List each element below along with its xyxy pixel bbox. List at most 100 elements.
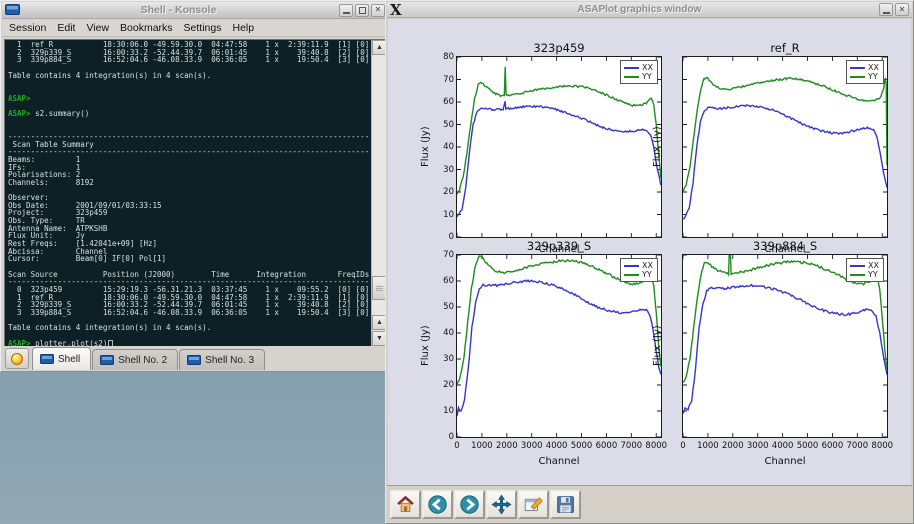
y-tick-label: 70 — [433, 75, 454, 85]
zoom-rect-button[interactable] — [518, 490, 549, 519]
new-session-icon — [11, 353, 23, 365]
terminal-line: Channels: 8192 — [8, 179, 371, 187]
konsole-menubar: Session Edit View Bookmarks Settings Hel… — [2, 20, 388, 37]
maximize-button[interactable] — [355, 4, 369, 17]
terminal-line: Table contains 4 integration(s) in 4 sca… — [8, 72, 371, 80]
menu-bookmarks[interactable]: Bookmarks — [120, 22, 173, 34]
menu-settings[interactable]: Settings — [184, 22, 222, 34]
subplot-329p339-S[interactable]: 329p339_S Flux (Jy) Channel XX YY 010203… — [456, 254, 662, 438]
desktop: { "terminal": { "window_title": "Shell -… — [0, 0, 914, 524]
close-icon: ✕ — [375, 6, 382, 14]
maximize-icon — [359, 7, 366, 14]
tab-shell-3-label: Shell No. 3 — [205, 355, 254, 366]
legend: XX YY — [846, 60, 884, 84]
save-icon — [555, 494, 576, 515]
figure-canvas[interactable]: 323p459 Flux (Jy) Channel XX YY 01020304… — [388, 19, 911, 487]
series-xx — [457, 280, 661, 416]
legend-line-yy — [624, 274, 639, 276]
konsole-window: Shell - Konsole ✕ Session Edit View Book… — [0, 0, 390, 372]
legend-label-yy: YY — [868, 270, 878, 279]
tab-shell-2[interactable]: Shell No. 2 — [92, 349, 178, 370]
plot-curves — [457, 57, 661, 237]
pan-button[interactable] — [486, 490, 517, 519]
axis-ticks — [457, 57, 661, 237]
x-tick-label: 8000 — [866, 441, 898, 451]
plot-toolbar — [387, 485, 912, 522]
menu-edit[interactable]: Edit — [57, 22, 75, 34]
save-button[interactable] — [550, 490, 581, 519]
y-tick-label: 30 — [433, 354, 454, 364]
plot-title: 339p884_S — [673, 239, 897, 253]
zoom-rect-icon — [523, 494, 544, 515]
legend-label-xx: XX — [868, 261, 879, 270]
legend-line-xx — [850, 67, 865, 69]
back-button[interactable] — [422, 490, 453, 519]
minimize-button[interactable] — [339, 4, 353, 17]
close-button[interactable]: ✕ — [371, 4, 385, 17]
new-session-button[interactable] — [5, 348, 29, 369]
asaplot-minimize-button[interactable] — [879, 3, 893, 16]
menu-help[interactable]: Help — [233, 22, 255, 34]
minimize-icon — [883, 12, 890, 14]
y-axis-label: Flux (Jy) — [651, 57, 664, 237]
tab-bar: Shell Shell No. 2 Shell No. 3 — [2, 346, 388, 370]
legend-line-xx — [624, 67, 639, 69]
close-icon: ✕ — [899, 6, 906, 14]
home-icon — [395, 494, 416, 515]
shell-tab-icon — [100, 355, 114, 365]
asaplot-close-button[interactable]: ✕ — [895, 3, 909, 16]
minimize-icon — [343, 12, 350, 14]
terminal-output[interactable]: 1 ref_R 18:30:06.0 -49.59.30.0 04:47:58 … — [5, 40, 371, 346]
terminal-line: 3 339p884_S 16:52:04.6 -46.08.33.9 06:36… — [8, 56, 371, 64]
asaplot-window: X ASAPlot graphics window ✕ 323p459 Flux… — [385, 0, 914, 524]
pan-icon — [491, 494, 512, 515]
terminal-line: ASAP> — [8, 95, 371, 103]
plot-title: ref_R — [673, 41, 897, 55]
y-tick-label: 60 — [433, 276, 454, 286]
y-tick-label: 40 — [433, 328, 454, 338]
legend-line-yy — [850, 76, 865, 78]
forward-button[interactable] — [454, 490, 485, 519]
subplot-323p459[interactable]: 323p459 Flux (Jy) Channel XX YY 01020304… — [456, 56, 662, 238]
terminal-area: 1 ref_R 18:30:06.0 -49.59.30.0 04:47:58 … — [4, 39, 388, 347]
shell-tab-icon — [40, 354, 54, 364]
forward-icon — [459, 494, 480, 515]
terminal-line — [8, 87, 371, 95]
series-xx — [457, 101, 661, 217]
tab-shell-2-label: Shell No. 2 — [118, 355, 167, 366]
subplot-339p884-S[interactable]: 339p884_S Flux (Jy) Channel XX YY 010002… — [682, 254, 888, 438]
legend-label-yy: YY — [868, 72, 878, 81]
back-icon — [427, 494, 448, 515]
menu-session[interactable]: Session — [9, 22, 46, 34]
y-tick-label: 20 — [433, 187, 454, 197]
legend-line-xx — [850, 265, 865, 267]
asaplot-title: ASAPlot graphics window — [402, 4, 877, 15]
y-tick-label: 60 — [433, 97, 454, 107]
tab-shell[interactable]: Shell — [32, 347, 91, 370]
series-yy — [683, 77, 887, 192]
tab-shell-label: Shell — [58, 354, 80, 365]
plot-title: 323p459 — [447, 41, 671, 55]
legend-line-yy — [624, 76, 639, 78]
y-tick-label: 10 — [433, 210, 454, 220]
konsole-title: Shell - Konsole — [20, 4, 337, 16]
home-button[interactable] — [390, 490, 421, 519]
terminal-line — [8, 118, 371, 126]
terminal-line: ASAP> s2.summary() — [8, 110, 371, 118]
konsole-titlebar[interactable]: Shell - Konsole ✕ — [2, 2, 388, 19]
legend-label-xx: XX — [868, 63, 879, 72]
legend-line-yy — [850, 274, 865, 276]
y-tick-label: 50 — [433, 120, 454, 130]
y-tick-label: 30 — [433, 165, 454, 175]
subplot-ref-R[interactable]: ref_R Flux (Jy) Channel XX YY — [682, 56, 888, 238]
legend: XX YY — [846, 258, 884, 282]
x11-icon: X — [390, 3, 402, 17]
asaplot-titlebar[interactable]: X ASAPlot graphics window ✕ — [387, 2, 912, 18]
series-xx — [683, 285, 887, 414]
tab-shell-3[interactable]: Shell No. 3 — [179, 349, 265, 370]
y-axis-label: Flux (Jy) — [651, 255, 664, 437]
y-tick-label: 20 — [433, 380, 454, 390]
terminal-line: Cursor: Beam[0] IF[0] Pol[1] — [8, 255, 371, 263]
x-axis-label: Channel — [457, 456, 661, 467]
menu-view[interactable]: View — [86, 22, 109, 34]
